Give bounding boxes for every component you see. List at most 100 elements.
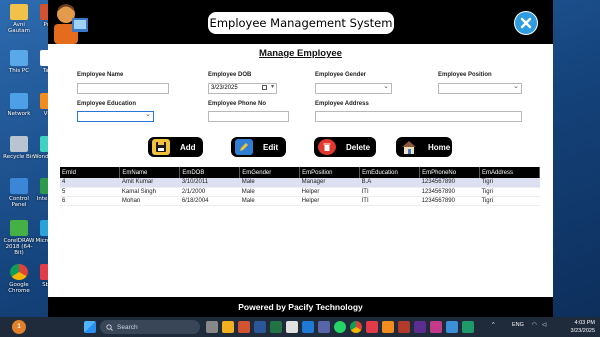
input-language[interactable]: ENG [512, 322, 524, 328]
save-disk-icon [152, 139, 170, 155]
cell-emid: 6 [60, 196, 120, 206]
cell-emgender: Male [239, 196, 300, 206]
whatsapp-icon[interactable] [334, 321, 346, 333]
employee-table: EmId EmName EmDOB EmGender EmPosition Em… [60, 167, 540, 206]
col-emgender[interactable]: EmGender [239, 167, 301, 178]
presentation-app-icon[interactable] [398, 321, 410, 333]
volume-icon[interactable]: ◁ [542, 322, 546, 328]
employee-name-input[interactable] [77, 83, 169, 94]
employee-logo-icon [54, 4, 88, 44]
employee-dob-picker[interactable]: 3/23/2025 ▾ [208, 83, 277, 94]
employee-address-input[interactable] [315, 111, 522, 122]
app-blue-icon[interactable] [446, 321, 458, 333]
desktop-icon-avni-gautam[interactable]: Avni Gautam [2, 4, 36, 34]
excel-icon[interactable] [270, 321, 282, 333]
desktop-icon-this-pc[interactable]: This PC [2, 50, 36, 74]
manage-employee-panel: Manage Employee Employee Name Employee D… [48, 44, 553, 297]
weather-widget[interactable]: 1 [12, 320, 26, 334]
delete-button[interactable]: Delete [314, 137, 376, 157]
edge-taskbar-icon[interactable] [302, 321, 314, 333]
close-button[interactable] [514, 11, 538, 35]
col-emaddress[interactable]: EmAddress [479, 167, 540, 178]
word-icon[interactable] [254, 321, 266, 333]
wifi-icon[interactable]: ◠ [532, 322, 537, 328]
chevron-down-icon: ▾ [270, 84, 274, 90]
home-button-label: Home [428, 142, 451, 152]
app-red-icon[interactable] [366, 321, 378, 333]
table-row[interactable]: 5 Kamal Singh 2/1/2000 Male Helper ITI 1… [60, 187, 540, 197]
add-button[interactable]: Add [148, 137, 203, 157]
calendar-icon [262, 85, 267, 90]
col-emdob[interactable]: EmDOB [179, 167, 241, 178]
visual-studio-icon[interactable] [414, 321, 426, 333]
file-explorer-icon[interactable] [222, 321, 234, 333]
cell-emid: 5 [60, 187, 120, 197]
col-emid[interactable]: EmId [60, 167, 121, 178]
network-icon [10, 93, 28, 109]
col-emeducation[interactable]: EmEducation [359, 167, 421, 178]
footer-credit: Powered by Pacify Technology [48, 297, 553, 317]
teams-icon[interactable] [318, 321, 330, 333]
employee-address-label: Employee Address [315, 101, 369, 107]
employee-education-select[interactable] [77, 110, 154, 122]
close-icon [520, 17, 532, 29]
desktop-icon-control-panel[interactable]: Control Panel [2, 178, 36, 208]
cell-emeducation: ITI [359, 187, 420, 197]
coreldraw-icon [10, 220, 28, 236]
desktop-icon-network[interactable]: Network [2, 93, 36, 117]
control-panel-icon [10, 178, 28, 194]
clock-time: 4:03 PM [574, 320, 595, 326]
vlc-taskbar-icon[interactable] [382, 321, 394, 333]
cell-emphoneno: 1234567890 [419, 178, 480, 188]
home-icon [400, 139, 418, 155]
cell-emphoneno: 1234567890 [419, 187, 480, 197]
powerpoint-taskbar-icon[interactable] [238, 321, 250, 333]
dob-value: 3/23/2025 [211, 85, 238, 91]
employee-position-select[interactable] [438, 82, 522, 94]
cell-emphoneno: 1234567890 [419, 196, 480, 206]
desktop-icon-chrome[interactable]: Google Chrome [2, 264, 36, 294]
edit-button[interactable]: Edit [231, 137, 286, 157]
cell-emaddress: Tigri [479, 196, 540, 206]
system-clock[interactable]: 4:03 PM 3/23/2025 [555, 319, 595, 335]
windows-start-icon[interactable] [84, 321, 96, 333]
taskbar-search[interactable]: Search [100, 320, 200, 334]
tray-chevron-up-icon[interactable]: ^ [492, 322, 495, 328]
app-pink-icon[interactable] [430, 321, 442, 333]
employee-name-label: Employee Name [77, 72, 124, 78]
title-bar: Employee Management System [48, 0, 553, 44]
desktop-icon-coreldraw[interactable]: CorelDRAW 2018 (64-Bit) [2, 220, 36, 256]
cell-emid: 4 [60, 178, 120, 188]
app-taskbar-icon[interactable] [286, 321, 298, 333]
table-row[interactable]: 4 Amit Kumar 3/10/2011 Male Manager B.A … [60, 178, 540, 188]
computer-icon [10, 50, 28, 66]
chrome-icon [10, 264, 28, 280]
trash-icon [318, 139, 336, 155]
taskbar: 1 Search ^ ENG ◠ ◁ 4:03 PM 3/23/2025 [0, 317, 600, 337]
app-green-icon[interactable] [462, 321, 474, 333]
chrome-taskbar-icon[interactable] [350, 321, 362, 333]
col-emphoneno[interactable]: EmPhoneNo [419, 167, 480, 178]
panel-title: Manage Employee [259, 48, 342, 59]
cell-emname: Kamal Singh [119, 187, 180, 197]
cell-emname: Mohan [119, 196, 180, 206]
cell-emdob: 2/1/2000 [179, 187, 240, 197]
task-view-icon[interactable] [206, 321, 218, 333]
employee-phone-input[interactable] [208, 111, 289, 122]
col-emname[interactable]: EmName [119, 167, 181, 178]
cell-emeducation: B.A [359, 178, 420, 188]
cell-emdob: 6/18/2004 [179, 196, 240, 206]
desktop-icon-recycle-bin[interactable]: Recycle Bin [2, 136, 36, 160]
table-header-row: EmId EmName EmDOB EmGender EmPosition Em… [60, 167, 540, 178]
col-emposition[interactable]: EmPosition [299, 167, 361, 178]
cell-emposition: Helper [299, 187, 360, 197]
clock-date: 3/23/2025 [570, 328, 595, 334]
add-button-label: Add [180, 142, 196, 152]
employee-management-window: Employee Management System Manage Employ… [48, 0, 553, 317]
table-row[interactable]: 6 Mohan 6/18/2004 Male Helper ITI 123456… [60, 196, 540, 206]
employee-phone-label: Employee Phone No [208, 101, 267, 107]
user-folder-icon [10, 4, 28, 20]
employee-gender-select[interactable] [315, 82, 392, 94]
home-button[interactable]: Home [396, 137, 452, 157]
edit-pencil-icon [235, 139, 253, 155]
